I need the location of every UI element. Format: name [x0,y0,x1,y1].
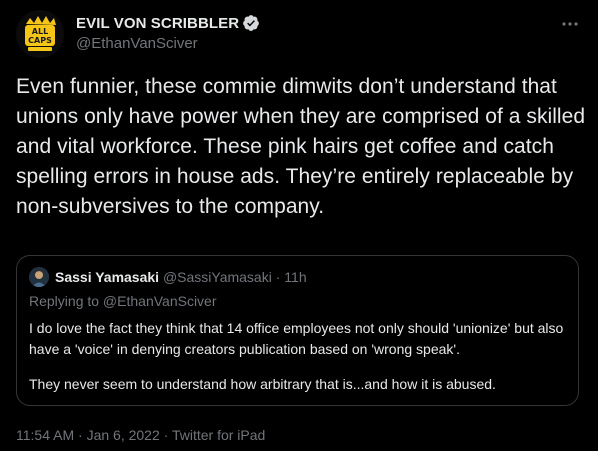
quoted-tweet-text: I do love the fact they think that 14 of… [29,318,569,395]
author-display-name[interactable]: EVIL VON SCRIBBLER [76,15,239,32]
more-options-icon[interactable] [560,16,580,32]
quoted-replying-to: Replying to @EthanVanSciver [29,293,217,309]
meta-separator-2: · [163,427,169,443]
avatar-logo-line-2: CAPS [28,36,52,45]
tweet-meta: 11:54 AM · Jan 6, 2022 · Twitter for iPa… [16,426,265,444]
tweet-source[interactable]: Twitter for iPad [172,427,265,443]
verified-badge-icon [242,14,260,32]
quoted-tweet-header: Sassi Yamasaki @SassiYamasaki · 11h [55,268,307,286]
all-caps-comics-logo-icon: ALL CAPS [16,10,64,58]
user-avatar-icon[interactable] [29,267,49,287]
tweet-time[interactable]: 11:54 AM [16,427,74,443]
author-handle[interactable]: @EthanVanSciver [76,35,198,52]
tweet-text: Even funnier, these commie dimwits don’t… [16,75,586,218]
tweet: ALL CAPS EVIL VON SCRIBBLER @EthanVanSci… [0,0,598,451]
quoted-author-display-name[interactable]: Sassi Yamasaki [55,269,159,285]
meta-separator-1: · [78,427,83,443]
quoted-author-handle[interactable]: @SassiYamasaki [163,269,272,285]
author-avatar[interactable]: ALL CAPS [16,10,64,58]
quoted-paragraph-1: I do love the fact they think that 14 of… [29,320,564,357]
author-name-row: EVIL VON SCRIBBLER [76,13,260,33]
quoted-tweet[interactable]: Sassi Yamasaki @SassiYamasaki · 11h Repl… [16,255,579,406]
quoted-header-separator: · [275,269,281,285]
tweet-date[interactable]: Jan 6, 2022 [87,427,160,443]
quoted-paragraph-2: They never seem to understand how arbitr… [29,376,496,392]
avatar-logo-line-1: ALL [32,27,48,36]
quoted-tweet-time[interactable]: 11h [284,269,306,285]
